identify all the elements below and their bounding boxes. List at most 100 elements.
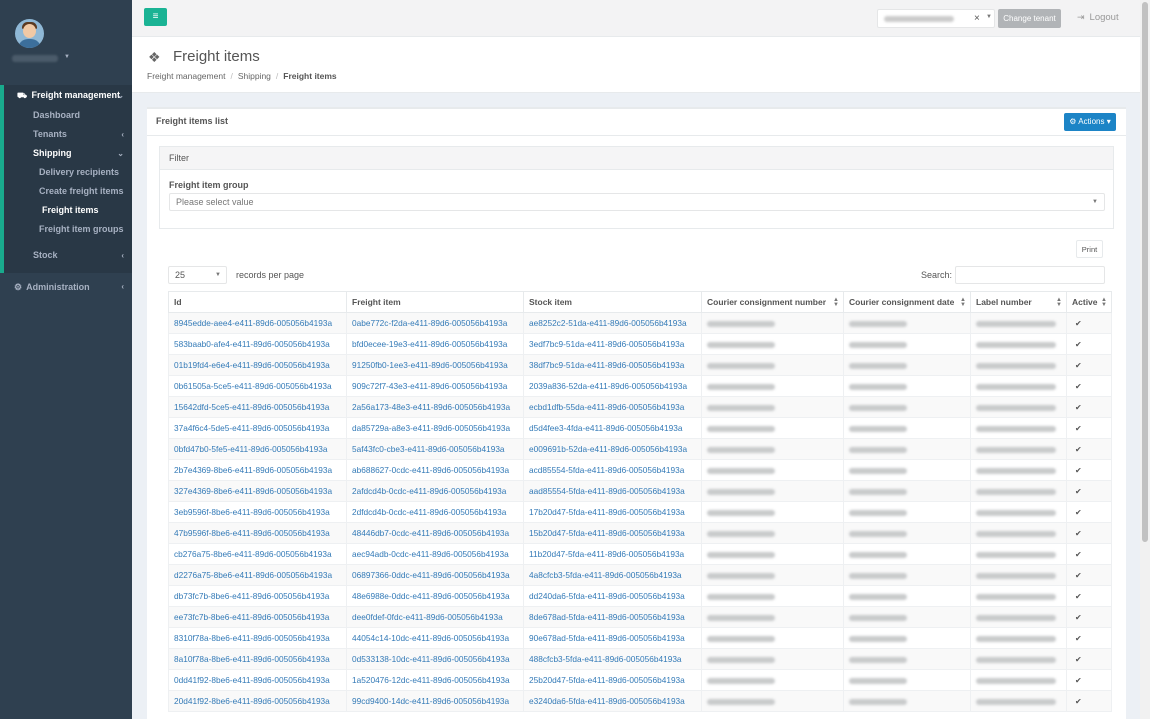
breadcrumb-item[interactable]: Shipping <box>238 71 271 81</box>
guid-link[interactable]: acd85554-5fda-e411-89d6-005056b4193a <box>529 465 684 475</box>
print-button[interactable]: Print <box>1076 240 1103 258</box>
guid-link[interactable]: 488cfcb3-5fda-e411-89d6-005056b4193a <box>529 654 682 664</box>
guid-link[interactable]: 90e678ad-5fda-e411-89d6-005056b4193a <box>529 633 685 643</box>
guid-link[interactable]: 4a8cfcb3-5fda-e411-89d6-005056b4193a <box>529 570 682 580</box>
guid-link[interactable]: ecbd1dfb-55da-e411-89d6-005056b4193a <box>529 402 684 412</box>
guid-link[interactable]: 2a56a173-48e3-e411-89d6-005056b4193a <box>352 402 510 412</box>
column-header[interactable]: Courier consignment date ▲ ▼ <box>843 291 971 313</box>
guid-link[interactable]: 17b20d47-5fda-e411-89d6-005056b4193a <box>529 507 685 517</box>
guid-link[interactable]: 06897366-0ddc-e411-89d6-005056b4193a <box>352 570 510 580</box>
guid-link[interactable]: 48446db7-0cdc-e411-89d6-005056b4193a <box>352 528 509 538</box>
guid-link[interactable]: 0abe772c-f2da-e411-89d6-005056b4193a <box>352 318 507 328</box>
guid-link[interactable]: 2dfdcd4b-0cdc-e411-89d6-005056b4193a <box>352 507 506 517</box>
guid-link[interactable]: 909c72f7-43e3-e411-89d6-005056b4193a <box>352 381 507 391</box>
guid-link[interactable]: 5af43fc0-cbe3-e411-89d6-005056b4193a <box>352 444 505 454</box>
select-placeholder: Please select value <box>176 197 254 207</box>
guid-link[interactable]: 99cd9400-14dc-e411-89d6-005056b4193a <box>352 696 509 706</box>
redacted-value <box>707 467 775 474</box>
guid-link[interactable]: d2276a75-8be6-e411-89d6-005056b4193a <box>174 570 332 580</box>
guid-link[interactable]: 327e4369-8be6-e411-89d6-005056b4193a <box>174 486 332 496</box>
table-cell: 20d41f92-8be6-e411-89d6-005056b4193a <box>168 690 347 712</box>
change-tenant-button[interactable]: Change tenant <box>998 9 1061 28</box>
page-length-select[interactable]: 25 ▼ <box>168 266 227 284</box>
column-header[interactable]: Stock item <box>523 291 702 313</box>
scrollbar[interactable] <box>1140 0 1150 719</box>
guid-link[interactable]: 91250fb0-1ee3-e411-89d6-005056b4193a <box>352 360 508 370</box>
guid-link[interactable]: 25b20d47-5fda-e411-89d6-005056b4193a <box>529 675 685 685</box>
guid-link[interactable]: cb276a75-8be6-e411-89d6-005056b4193a <box>174 549 332 559</box>
guid-link[interactable]: 2afdcd4b-0cdc-e411-89d6-005056b4193a <box>352 486 506 496</box>
sidebar-item-delivery-recipients[interactable]: Delivery recipients <box>4 163 132 182</box>
guid-link[interactable]: 38df7bc9-51da-e411-89d6-005056b4193a <box>529 360 684 370</box>
guid-link[interactable]: 8de678ad-5fda-e411-89d6-005056b4193a <box>529 612 685 622</box>
column-header[interactable]: Courier consignment number ▲ ▼ <box>701 291 844 313</box>
tenant-select[interactable]: × ▼ <box>877 9 995 28</box>
search-input[interactable] <box>955 266 1105 284</box>
guid-link[interactable]: 3edf7bc9-51da-e411-89d6-005056b4193a <box>529 339 684 349</box>
column-header[interactable]: Label number ▲ ▼ <box>970 291 1067 313</box>
user-caret-icon[interactable]: ▼ <box>64 54 70 60</box>
guid-link[interactable]: 37a4f6c4-5de5-e411-89d6-005056b4193a <box>174 423 329 433</box>
guid-link[interactable]: ab688627-0cdc-e411-89d6-005056b4193a <box>352 465 509 475</box>
guid-link[interactable]: aec94adb-0cdc-e411-89d6-005056b4193a <box>352 549 509 559</box>
guid-link[interactable]: 583baab0-afe4-e411-89d6-005056b4193a <box>174 339 330 349</box>
guid-link[interactable]: 3eb9596f-8be6-e411-89d6-005056b4193a <box>174 507 330 517</box>
breadcrumb-item[interactable]: Freight management <box>147 71 225 81</box>
guid-link[interactable]: 1a520476-12dc-e411-89d6-005056b4193a <box>352 675 510 685</box>
sidebar-item-freight-management[interactable]: ⛟ Freight management ⌄ <box>4 85 132 106</box>
guid-link[interactable]: 0d533138-10dc-e411-89d6-005056b4193a <box>352 654 510 664</box>
sidebar-item-dashboard[interactable]: Dashboard <box>4 106 132 125</box>
sidebar-item-label: Stock <box>33 250 58 260</box>
column-header[interactable]: Freight item <box>346 291 524 313</box>
guid-link[interactable]: bfd0ecee-19e3-e411-89d6-005056b4193a <box>352 339 507 349</box>
guid-link[interactable]: dee0fdef-0fdc-e411-89d6-005056b4193a <box>352 612 503 622</box>
menu-toggle-button[interactable]: ≡ <box>144 8 167 26</box>
guid-link[interactable]: 11b20d47-5fda-e411-89d6-005056b4193a <box>529 549 684 559</box>
guid-link[interactable]: 8945edde-aee4-e411-89d6-005056b4193a <box>174 318 332 328</box>
sidebar-item-shipping[interactable]: Shipping ⌄ <box>4 144 132 163</box>
redacted-cell <box>970 396 1067 418</box>
username-redacted[interactable] <box>12 55 58 62</box>
sidebar-item-stock[interactable]: Stock ‹ <box>4 246 132 265</box>
guid-link[interactable]: 20d41f92-8be6-e411-89d6-005056b4193a <box>174 696 330 706</box>
sidebar-item-create-freight-items[interactable]: Create freight items <box>4 182 132 201</box>
sidebar-item-tenants[interactable]: Tenants ‹ <box>4 125 132 144</box>
guid-link[interactable]: da85729a-a8e3-e411-89d6-005056b4193a <box>352 423 510 433</box>
guid-link[interactable]: 44054c14-10dc-e411-89d6-005056b4193a <box>352 633 509 643</box>
logout-link[interactable]: ⇥ Logout <box>1077 12 1119 23</box>
guid-link[interactable]: 01b19fd4-e6e4-e411-89d6-005056b4193a <box>174 360 330 370</box>
guid-link[interactable]: 0b61505a-5ce5-e411-89d6-005056b4193a <box>174 381 332 391</box>
active-check-icon: ✔ <box>1075 508 1082 517</box>
guid-link[interactable]: 15b20d47-5fda-e411-89d6-005056b4193a <box>529 528 685 538</box>
sidebar-item-administration[interactable]: ⚙ Administration ‹ <box>0 273 132 301</box>
guid-link[interactable]: 0dd41f92-8be6-e411-89d6-005056b4193a <box>174 675 330 685</box>
clear-icon[interactable]: × <box>974 13 980 24</box>
guid-link[interactable]: 47b9596f-8be6-e411-89d6-005056b4193a <box>174 528 330 538</box>
guid-link[interactable]: ae8252c2-51da-e411-89d6-005056b4193a <box>529 318 687 328</box>
guid-link[interactable]: 8310f78a-8be6-e411-89d6-005056b4193a <box>174 633 330 643</box>
sort-icon: ▲ ▼ <box>1101 297 1107 308</box>
guid-link[interactable]: db73fc7b-8be6-e411-89d6-005056b4193a <box>174 591 329 601</box>
guid-link[interactable]: 48e6988e-0ddc-e411-89d6-005056b4193a <box>352 591 510 601</box>
guid-link[interactable]: ee73fc7b-8be6-e411-89d6-005056b4193a <box>174 612 329 622</box>
guid-link[interactable]: d5d4fee3-4fda-e411-89d6-005056b4193a <box>529 423 682 433</box>
guid-link[interactable]: aad85554-5fda-e411-89d6-005056b4193a <box>529 486 685 496</box>
actions-button[interactable]: ⚙ Actions ▾ <box>1064 113 1116 131</box>
column-header[interactable]: Active ▲ ▼ <box>1066 291 1112 313</box>
guid-link[interactable]: dd240da6-5fda-e411-89d6-005056b4193a <box>529 591 685 601</box>
table-cell: 0dd41f92-8be6-e411-89d6-005056b4193a <box>168 669 347 691</box>
guid-link[interactable]: 2039a836-52da-e411-89d6-005056b4193a <box>529 381 687 391</box>
guid-link[interactable]: 2b7e4369-8be6-e411-89d6-005056b4193a <box>174 465 332 475</box>
scrollbar-thumb[interactable] <box>1142 2 1148 542</box>
user-avatar[interactable] <box>15 19 44 48</box>
guid-link[interactable]: 8a10f78a-8be6-e411-89d6-005056b4193a <box>174 654 330 664</box>
freight-item-group-select[interactable]: Please select value ▼ <box>169 193 1105 211</box>
guid-link[interactable]: 0bfd47b0-5fe5-e411-89d6-005056b4193a <box>174 444 327 454</box>
guid-link[interactable]: e009691b-52da-e411-89d6-005056b4193a <box>529 444 687 454</box>
sidebar-item-freight-items[interactable]: Freight items <box>0 201 132 220</box>
sidebar-item-freight-item-groups[interactable]: Freight item groups <box>4 220 132 239</box>
column-header[interactable]: Id <box>168 291 347 313</box>
guid-link[interactable]: 15642dfd-5ce5-e411-89d6-005056b4193a <box>174 402 329 412</box>
filter-title[interactable]: Filter <box>160 147 1113 170</box>
guid-link[interactable]: e3240da6-5fda-e411-89d6-005056b4193a <box>529 696 685 706</box>
